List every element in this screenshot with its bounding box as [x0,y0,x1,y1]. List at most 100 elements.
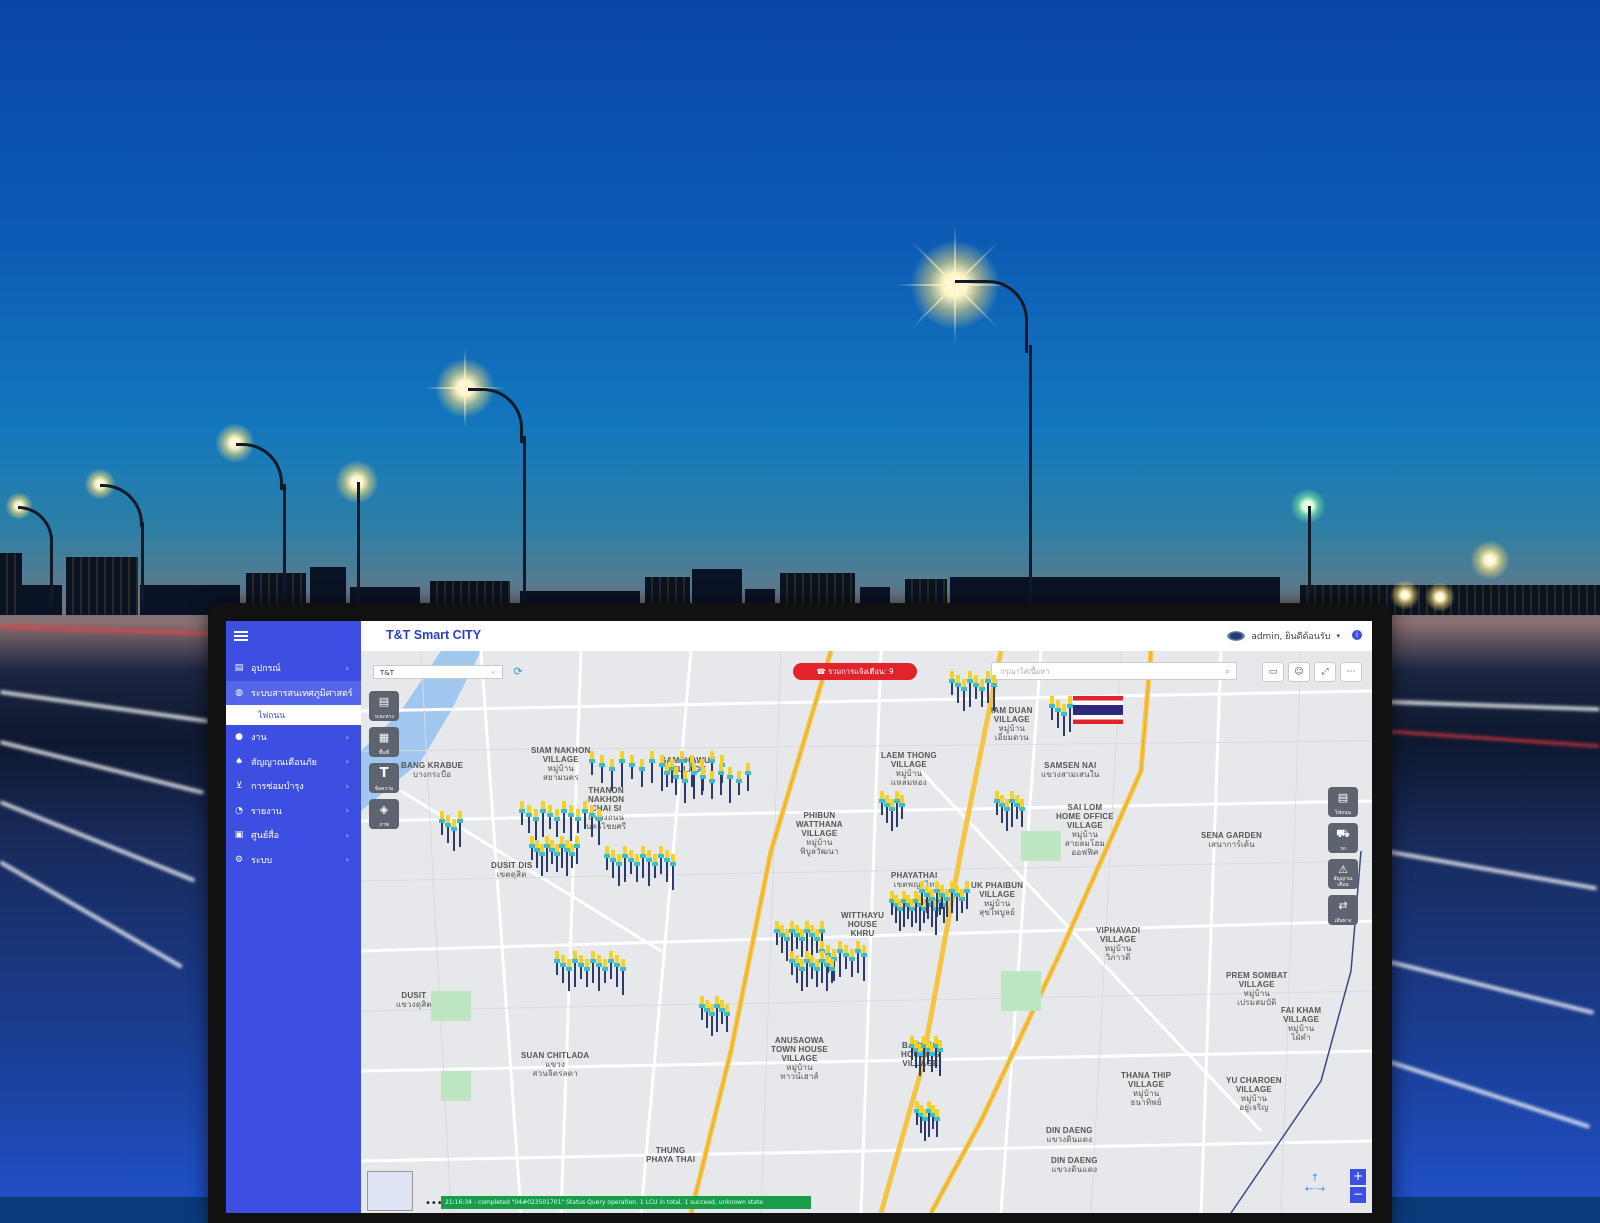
streetlight-marker-icon[interactable] [549,840,555,864]
streetlight-marker-icon[interactable] [889,799,895,831]
streetlight-marker-icon[interactable] [544,836,550,872]
compass-icon[interactable]: ↑ ←·→ [1300,1173,1330,1203]
info-icon[interactable]: i [1352,630,1362,640]
streetlight-marker-icon[interactable] [779,925,785,953]
streetlight-marker-icon[interactable] [590,951,596,983]
streetlight-marker-icon[interactable] [1004,799,1010,831]
streetlight-marker-icon[interactable] [809,955,815,979]
streetlight-marker-icon[interactable] [843,945,849,969]
streetlight-marker-icon[interactable] [578,955,584,979]
streetlight-marker-icon[interactable] [646,850,652,886]
streetlight-marker-icon[interactable] [658,846,664,874]
vehicle-layer-tool[interactable]: ⛟ รถ [1328,823,1358,853]
route-layer-tool[interactable]: ⇄ เส้นทาง [1328,895,1358,925]
streetlight-marker-icon[interactable] [926,1101,932,1137]
streetlight-marker-icon[interactable] [985,671,991,703]
streetlight-marker-icon[interactable] [919,881,925,905]
streetlight-marker-icon[interactable] [714,996,720,1032]
streetlight-marker-icon[interactable] [589,751,595,775]
sidebar-subitem-streetlight[interactable]: ไฟถนน [226,705,361,725]
streetlight-marker-icon[interactable] [949,881,955,913]
streetlight-marker-icon[interactable] [554,844,560,872]
measure-area-tool[interactable]: ▦ พื้นที่ [369,727,399,757]
streetlight-marker-icon[interactable] [622,846,628,882]
streetlight-marker-icon[interactable] [670,854,676,890]
streetlight-marker-icon[interactable] [564,840,570,876]
streetlight-marker-icon[interactable] [559,836,565,868]
streetlight-marker-icon[interactable] [526,805,532,833]
streetlight-marker-icon[interactable] [784,929,790,961]
streetlight-marker-icon[interactable] [1019,799,1025,827]
streetlight-marker-icon[interactable] [1067,696,1073,732]
streetlight-marker-icon[interactable] [664,850,670,882]
streetlight-marker-icon[interactable] [718,763,724,795]
streetlight-marker-icon[interactable] [944,889,950,917]
streetlight-marker-icon[interactable] [664,763,670,787]
streetlight-marker-icon[interactable] [794,955,800,983]
streetlight-marker-icon[interactable] [628,850,634,874]
streetlight-marker-icon[interactable] [682,771,688,803]
streetlight-marker-icon[interactable] [608,951,614,979]
streetlight-marker-icon[interactable] [609,759,615,791]
streetlight-marker-icon[interactable] [967,671,973,707]
streetlight-marker-icon[interactable] [814,929,820,953]
user-location-icon[interactable]: ☺ [1288,662,1310,682]
streetlight-marker-icon[interactable] [1009,791,1015,827]
streetlight-marker-icon[interactable] [566,959,572,991]
streetlight-marker-icon[interactable] [533,809,539,841]
streetlight-marker-icon[interactable] [909,899,915,927]
streetlight-marker-icon[interactable] [954,885,960,921]
streetlight-marker-icon[interactable] [934,881,940,917]
streetlight-marker-icon[interactable] [1061,704,1067,736]
streetlight-marker-icon[interactable] [572,951,578,987]
streetlight-marker-icon[interactable] [619,751,625,787]
streetlight-marker-icon[interactable] [829,959,835,983]
streetlight-marker-icon[interactable] [602,959,608,983]
streetlight-marker-icon[interactable] [964,881,970,909]
streetlight-marker-icon[interactable] [973,675,979,699]
streetlight-marker-icon[interactable] [700,767,706,791]
streetlight-marker-icon[interactable] [804,921,810,953]
streetlight-marker-icon[interactable] [819,951,825,983]
streetlight-marker-icon[interactable] [614,955,620,987]
streetlight-marker-icon[interactable] [691,763,697,799]
fullscreen-icon[interactable]: ⤢ [1314,662,1336,682]
streetlight-marker-icon[interactable] [933,1036,939,1068]
streetlight-marker-icon[interactable] [922,1109,928,1141]
sidebar-item-alarms[interactable]: ♠ สัญญาณเตือนภัย › [226,750,361,775]
streetlight-marker-icon[interactable] [560,955,566,983]
streetlight-marker-icon[interactable] [554,951,560,975]
streetlight-marker-icon[interactable] [569,844,575,868]
streetlight-marker-icon[interactable] [457,811,463,847]
alert-count-badge[interactable]: ☎ รวมการแจ้งเตือน: 9 [793,663,917,680]
streetlight-marker-icon[interactable] [554,809,560,837]
streetlight-marker-icon[interactable] [879,791,885,815]
streetlight-marker-icon[interactable] [620,959,626,995]
streetlight-marker-icon[interactable] [604,846,610,870]
streetlight-marker-icon[interactable] [745,763,751,791]
sidebar-item-gis[interactable]: ◍ ระบบสารสนเทศภูมิศาสตร์ [226,680,361,705]
streetlight-marker-icon[interactable] [955,675,961,703]
streetlight-marker-icon[interactable] [704,1000,710,1028]
streetlight-marker-icon[interactable] [837,941,843,977]
streetlight-marker-icon[interactable] [519,801,525,825]
sidebar-item-maintenance[interactable]: ⊻ การซ่อมบำรุง › [226,774,361,799]
user-menu[interactable]: admin, ยินดีต้อนรับ ▾ [1227,629,1340,643]
streetlight-marker-icon[interactable] [917,1044,923,1076]
streetlight-marker-icon[interactable] [445,815,451,843]
streetlight-marker-icon[interactable] [929,1044,935,1072]
streetlight-marker-icon[interactable] [719,1000,725,1024]
streetlight-marker-icon[interactable] [709,1004,715,1036]
streetlight-marker-icon[interactable] [709,771,715,799]
zoom-in-button[interactable]: + [1350,1169,1366,1185]
streetlight-marker-icon[interactable] [568,805,574,841]
folder-icon[interactable]: ▭ [1262,662,1284,682]
streetlight-marker-icon[interactable] [901,891,907,927]
region-select[interactable]: T&T [373,664,503,679]
streetlight-marker-icon[interactable] [824,955,830,991]
streetlight-marker-icon[interactable] [899,795,905,819]
map-search-input[interactable]: กรุณาใส่เนื้อหา ⌕ [991,662,1237,680]
streetlight-marker-icon[interactable] [596,955,602,991]
streetlight-marker-icon[interactable] [814,959,820,987]
streetlight-marker-icon[interactable] [529,836,535,860]
